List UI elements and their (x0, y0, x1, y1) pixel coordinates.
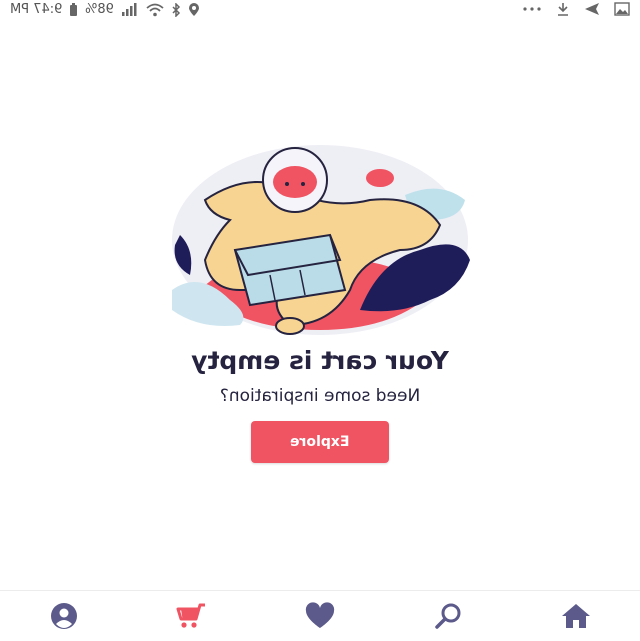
explore-button[interactable]: Explore (251, 421, 389, 463)
bottom-navigation (0, 590, 640, 641)
nav-home[interactable] (556, 601, 596, 631)
empty-cart-title: Your cart is empty (191, 346, 449, 375)
status-battery: 98% (85, 2, 115, 17)
heart-icon (305, 602, 335, 628)
nav-profile[interactable] (44, 601, 84, 631)
location-icon (189, 2, 200, 16)
explore-button-label: Explore (290, 434, 350, 450)
more-dots-icon (523, 7, 541, 11)
signal-icon (122, 2, 137, 16)
bluetooth-icon (172, 2, 181, 17)
status-bar: 9:47 PM 98% (0, 0, 640, 24)
home-icon (562, 604, 590, 628)
nav-search[interactable] (428, 601, 468, 631)
status-time: 9:47 PM (10, 2, 63, 17)
nav-favorites[interactable] (300, 601, 340, 631)
image-icon (614, 2, 630, 16)
send-icon (585, 3, 599, 15)
profile-icon (51, 603, 77, 629)
battery-icon (70, 2, 78, 16)
nav-cart[interactable] (172, 601, 212, 631)
cart-icon (176, 603, 205, 628)
empty-cart-illustration (172, 145, 470, 335)
download-icon (558, 3, 568, 16)
empty-cart-subtitle: Need some inspiration? (219, 386, 421, 406)
wifi-icon (146, 3, 164, 16)
search-icon (435, 603, 461, 629)
